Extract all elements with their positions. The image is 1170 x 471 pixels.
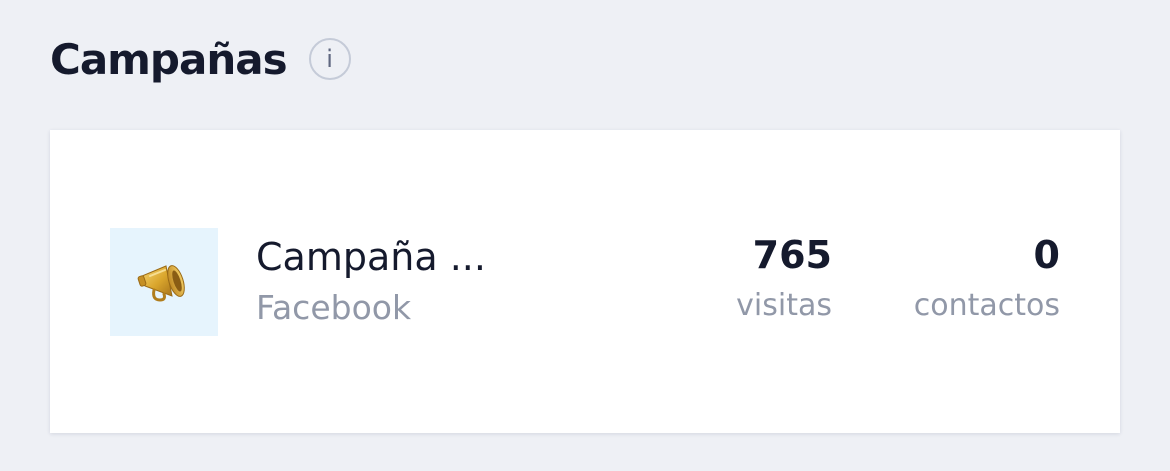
section-header: Campañas i bbox=[50, 28, 351, 90]
visits-metric: 765 visitas bbox=[736, 232, 832, 328]
visits-value: 765 bbox=[752, 233, 832, 277]
contacts-label: contactos bbox=[913, 288, 1060, 323]
campaign-name: Campaña ... bbox=[256, 235, 486, 279]
campaign-thumbnail bbox=[110, 228, 218, 336]
page-title: Campañas bbox=[50, 34, 288, 84]
contacts-metric: 0 contactos bbox=[914, 232, 1060, 328]
contacts-value: 0 bbox=[1033, 233, 1060, 277]
visits-label: visitas bbox=[736, 288, 832, 323]
info-icon[interactable]: i bbox=[308, 38, 351, 80]
megaphone-icon bbox=[137, 265, 185, 302]
campaigns-card: Campaña ... Facebook 765 visitas 0 conta… bbox=[50, 130, 1120, 433]
campaign-row[interactable]: Campaña ... Facebook 765 visitas 0 conta… bbox=[110, 228, 1060, 336]
campaign-source: Facebook bbox=[256, 288, 412, 327]
campaign-info: Campaña ... Facebook bbox=[256, 234, 526, 330]
